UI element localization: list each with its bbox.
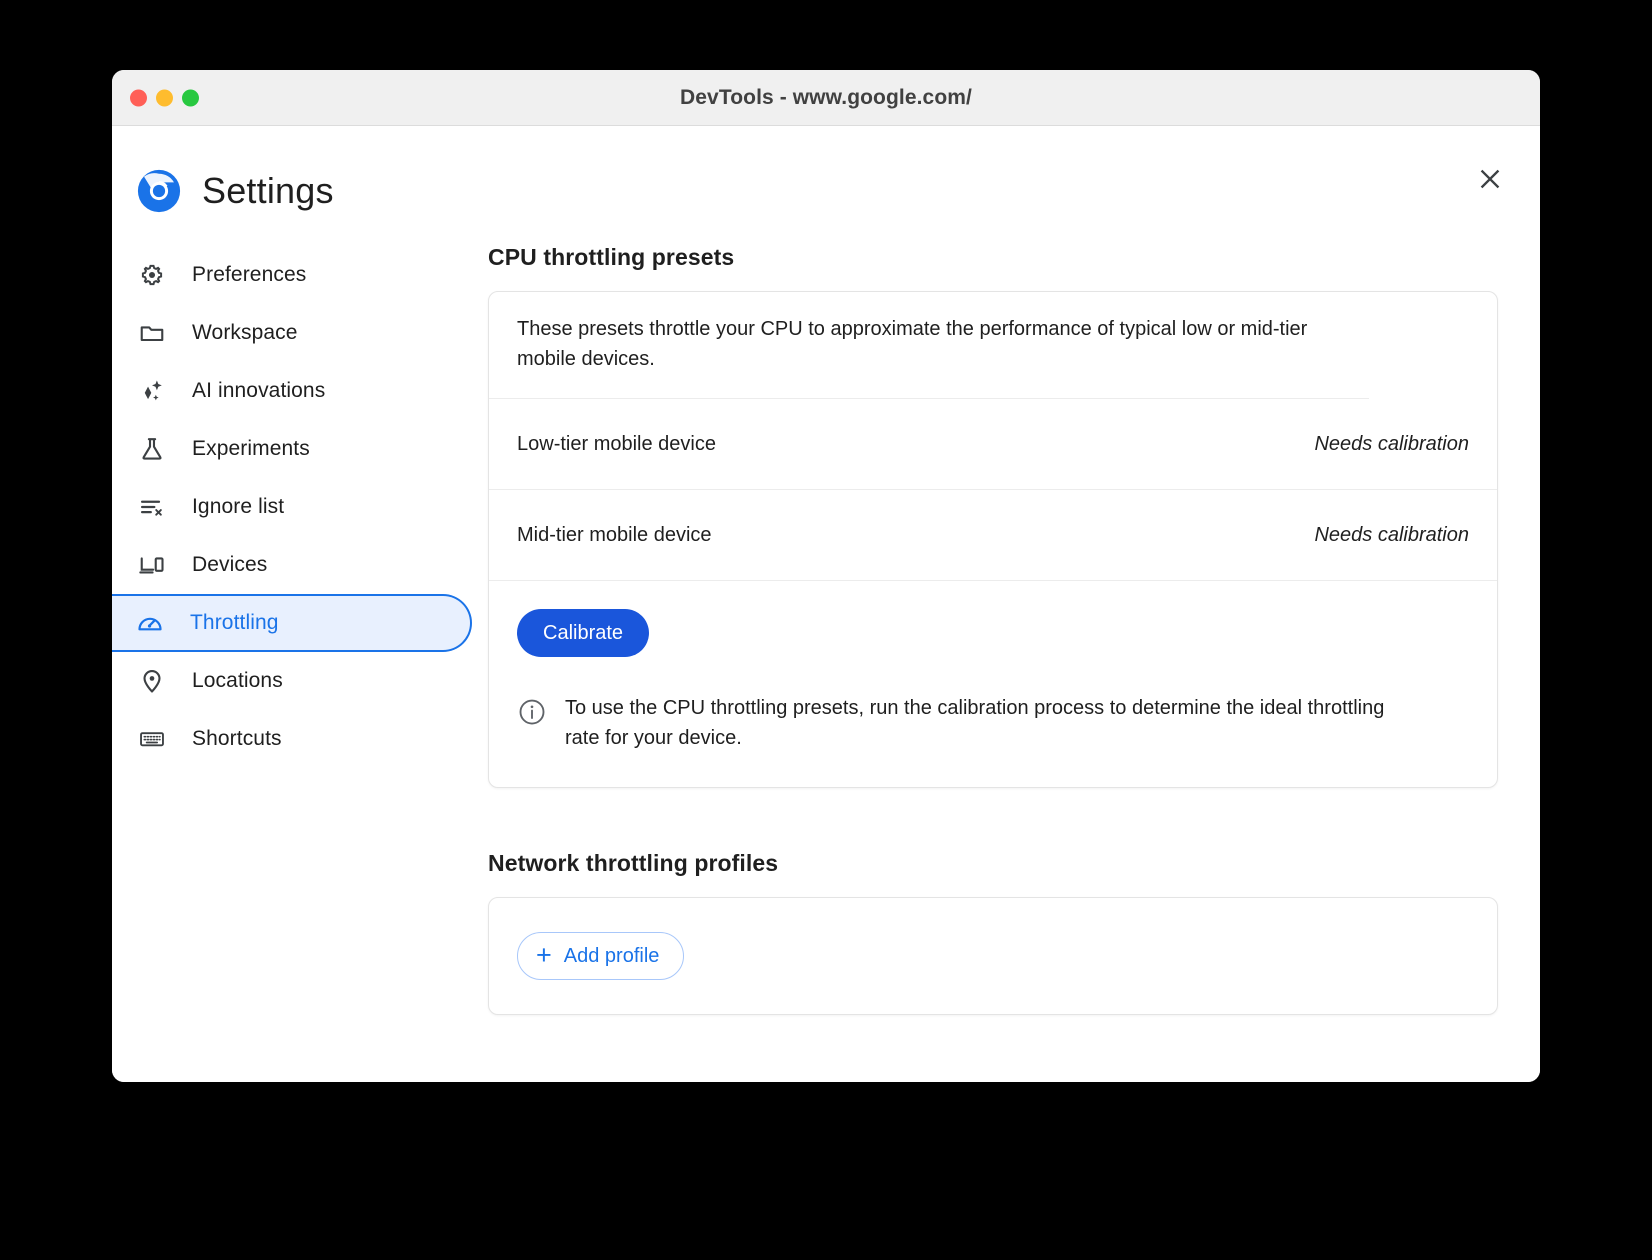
sidebar-item-devices[interactable]: Devices bbox=[112, 536, 472, 594]
network-section-title: Network throttling profiles bbox=[488, 850, 779, 876]
sparkle-icon bbox=[136, 375, 168, 407]
devices-icon bbox=[136, 549, 168, 581]
list-x-icon bbox=[136, 491, 168, 523]
devtools-window: DevTools - www.google.com/ Settings Pref… bbox=[112, 70, 1540, 1082]
add-profile-button[interactable]: + Add profile bbox=[517, 932, 685, 980]
cpu-section-description: These presets throttle your CPU to appro… bbox=[489, 292, 1369, 399]
chrome-devtools-logo-icon bbox=[137, 169, 181, 213]
calibrate-button[interactable]: Calibrate bbox=[517, 609, 650, 657]
sidebar-item-workspace[interactable]: Workspace bbox=[112, 304, 472, 362]
settings-content: Preferences Workspace AI innovations Exp… bbox=[112, 236, 1540, 1015]
window-titlebar: DevTools - www.google.com/ bbox=[112, 70, 1540, 126]
folder-icon bbox=[136, 317, 168, 349]
preset-name: Low-tier mobile device bbox=[517, 432, 716, 455]
sidebar-item-label: Ignore list bbox=[192, 495, 285, 518]
table-row[interactable]: Low-tier mobile device Needs calibration bbox=[489, 399, 1497, 490]
network-profiles-card: + Add profile bbox=[488, 897, 1498, 1015]
keyboard-icon bbox=[136, 723, 168, 755]
info-circle-icon bbox=[517, 697, 547, 732]
sidebar-item-label: Locations bbox=[192, 669, 283, 692]
screen: DevTools - www.google.com/ Settings Pref… bbox=[0, 0, 1652, 1260]
close-settings-button[interactable] bbox=[1472, 161, 1508, 197]
sidebar-item-ignore-list[interactable]: Ignore list bbox=[112, 478, 472, 536]
sidebar-item-shortcuts[interactable]: Shortcuts bbox=[112, 710, 472, 768]
location-pin-icon bbox=[136, 665, 168, 697]
window-title: DevTools - www.google.com/ bbox=[680, 85, 972, 109]
sidebar-item-preferences[interactable]: Preferences bbox=[112, 246, 472, 304]
minimize-window-button[interactable] bbox=[156, 89, 173, 106]
maximize-window-button[interactable] bbox=[182, 89, 199, 106]
page-title: Settings bbox=[202, 170, 334, 211]
traffic-lights bbox=[130, 89, 199, 106]
gear-icon bbox=[136, 259, 168, 291]
settings-main-content: CPU throttling presets These presets thr… bbox=[488, 236, 1540, 1015]
cpu-throttling-card: These presets throttle your CPU to appro… bbox=[488, 291, 1498, 788]
close-window-button[interactable] bbox=[130, 89, 147, 106]
sidebar-item-label: Shortcuts bbox=[192, 727, 282, 750]
preset-name: Mid-tier mobile device bbox=[517, 523, 712, 546]
sidebar-item-label: Throttling bbox=[190, 611, 279, 634]
status-badge: Needs calibration bbox=[1314, 523, 1469, 546]
cpu-card-actions: Calibrate To use the CPU throttling pres… bbox=[489, 581, 1497, 787]
sidebar-item-ai-innovations[interactable]: AI innovations bbox=[112, 362, 472, 420]
speedometer-icon bbox=[134, 607, 166, 639]
settings-sidebar: Preferences Workspace AI innovations Exp… bbox=[112, 236, 488, 768]
close-icon bbox=[1480, 169, 1500, 189]
settings-header: Settings bbox=[112, 126, 1540, 214]
settings-panel: Settings Preferences Workspace AI innova… bbox=[112, 126, 1540, 1082]
add-profile-label: Add profile bbox=[563, 944, 660, 967]
plus-icon: + bbox=[536, 939, 552, 970]
calibration-info-note: To use the CPU throttling presets, run t… bbox=[517, 693, 1397, 753]
sidebar-item-label: AI innovations bbox=[192, 379, 326, 402]
sidebar-item-label: Workspace bbox=[192, 321, 298, 344]
cpu-section-title: CPU throttling presets bbox=[488, 244, 735, 270]
calibration-info-text: To use the CPU throttling presets, run t… bbox=[565, 697, 1385, 749]
status-badge: Needs calibration bbox=[1314, 432, 1469, 455]
flask-icon bbox=[136, 433, 168, 465]
table-row[interactable]: Mid-tier mobile device Needs calibration bbox=[489, 490, 1497, 581]
sidebar-item-experiments[interactable]: Experiments bbox=[112, 420, 472, 478]
sidebar-item-throttling[interactable]: Throttling bbox=[112, 594, 472, 652]
sidebar-item-locations[interactable]: Locations bbox=[112, 652, 472, 710]
sidebar-item-label: Preferences bbox=[192, 263, 307, 286]
sidebar-item-label: Devices bbox=[192, 553, 268, 576]
sidebar-item-label: Experiments bbox=[192, 437, 310, 460]
